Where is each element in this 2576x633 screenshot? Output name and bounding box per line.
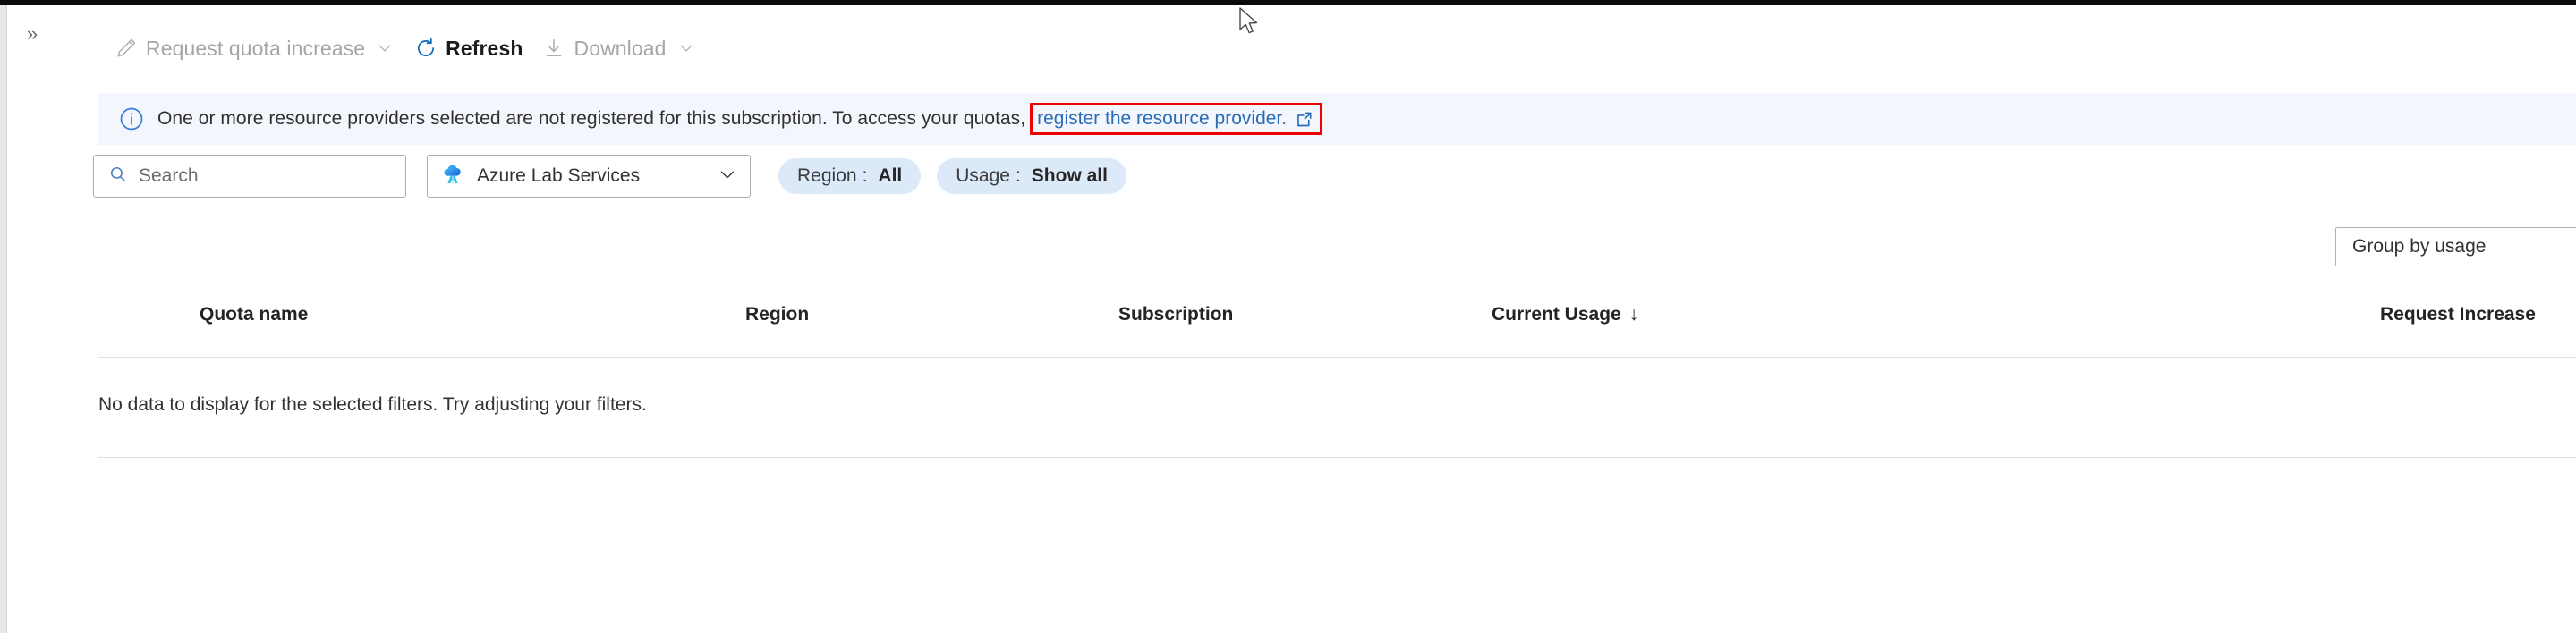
register-resource-provider-highlight: register the resource provider. xyxy=(1030,103,1323,135)
service-filter-dropdown[interactable]: Azure Lab Services xyxy=(427,155,751,198)
request-quota-increase-button[interactable]: Request quota increase xyxy=(106,30,405,66)
pencil-icon xyxy=(115,37,138,60)
download-button[interactable]: Download xyxy=(533,30,706,66)
region-filter-value: All xyxy=(878,165,903,186)
column-header-region-label: Region xyxy=(745,304,810,325)
filter-row: Azure Lab Services Region : All Usage : … xyxy=(93,155,1126,198)
chevron-down-icon xyxy=(375,38,395,58)
left-rail xyxy=(0,5,6,633)
group-by-label: Group by usage xyxy=(2352,236,2487,257)
command-bar: Request quota increase Refresh Download xyxy=(106,30,707,66)
external-link-icon xyxy=(1295,110,1314,129)
left-rail-border xyxy=(6,5,7,633)
column-header-quota-name[interactable]: Quota name xyxy=(200,304,308,325)
resource-provider-banner: One or more resource providers selected … xyxy=(98,93,2576,145)
service-filter-label: Azure Lab Services xyxy=(477,165,641,186)
refresh-button[interactable]: Refresh xyxy=(405,30,533,66)
chevron-down-icon xyxy=(718,165,737,189)
table-header-divider xyxy=(98,357,2576,358)
column-header-region[interactable]: Region xyxy=(745,304,809,325)
table-bottom-divider xyxy=(98,457,2576,458)
usage-filter-pill[interactable]: Usage : Show all xyxy=(937,158,1126,194)
table-empty-message: No data to display for the selected filt… xyxy=(98,394,647,415)
chevron-down-icon xyxy=(676,38,696,58)
window-title-strip xyxy=(0,0,2576,5)
column-header-request-increase-label: Request Increase xyxy=(2380,304,2536,325)
usage-filter-key: Usage xyxy=(956,165,1010,186)
column-header-quota-name-label: Quota name xyxy=(200,304,309,325)
register-resource-provider-link[interactable]: register the resource provider. xyxy=(1037,108,1287,130)
expand-sidebar-button[interactable]: » xyxy=(20,21,45,46)
region-filter-separator: : xyxy=(862,165,868,186)
region-filter-key: Region xyxy=(797,165,857,186)
region-filter-pill[interactable]: Region : All xyxy=(778,158,922,194)
azure-lab-services-icon xyxy=(440,162,465,191)
column-header-subscription[interactable]: Subscription xyxy=(1118,304,1233,325)
search-input[interactable] xyxy=(139,165,380,187)
column-header-current-usage-label: Current Usage xyxy=(1492,304,1621,325)
download-icon xyxy=(542,37,565,60)
banner-message: One or more resource providers selected … xyxy=(157,108,1026,129)
search-box[interactable] xyxy=(93,155,406,198)
column-header-request-increase[interactable]: Request Increase xyxy=(2380,304,2536,325)
request-quota-increase-label: Request quota increase xyxy=(146,36,366,60)
search-icon xyxy=(108,165,128,189)
mouse-cursor xyxy=(1237,7,1261,38)
download-label: Download xyxy=(574,36,667,60)
usage-filter-separator: : xyxy=(1015,165,1021,186)
group-by-dropdown[interactable]: Group by usage xyxy=(2335,227,2576,266)
column-header-subscription-label: Subscription xyxy=(1118,304,1234,325)
column-header-current-usage[interactable]: Current Usage ↓ xyxy=(1492,304,1638,325)
refresh-icon xyxy=(414,37,438,60)
info-icon xyxy=(118,106,145,132)
sort-descending-icon: ↓ xyxy=(1628,304,1639,325)
usage-filter-value: Show all xyxy=(1031,165,1108,186)
refresh-label: Refresh xyxy=(446,36,523,60)
quota-table-header: Quota name Region Subscription Current U… xyxy=(98,304,2576,354)
